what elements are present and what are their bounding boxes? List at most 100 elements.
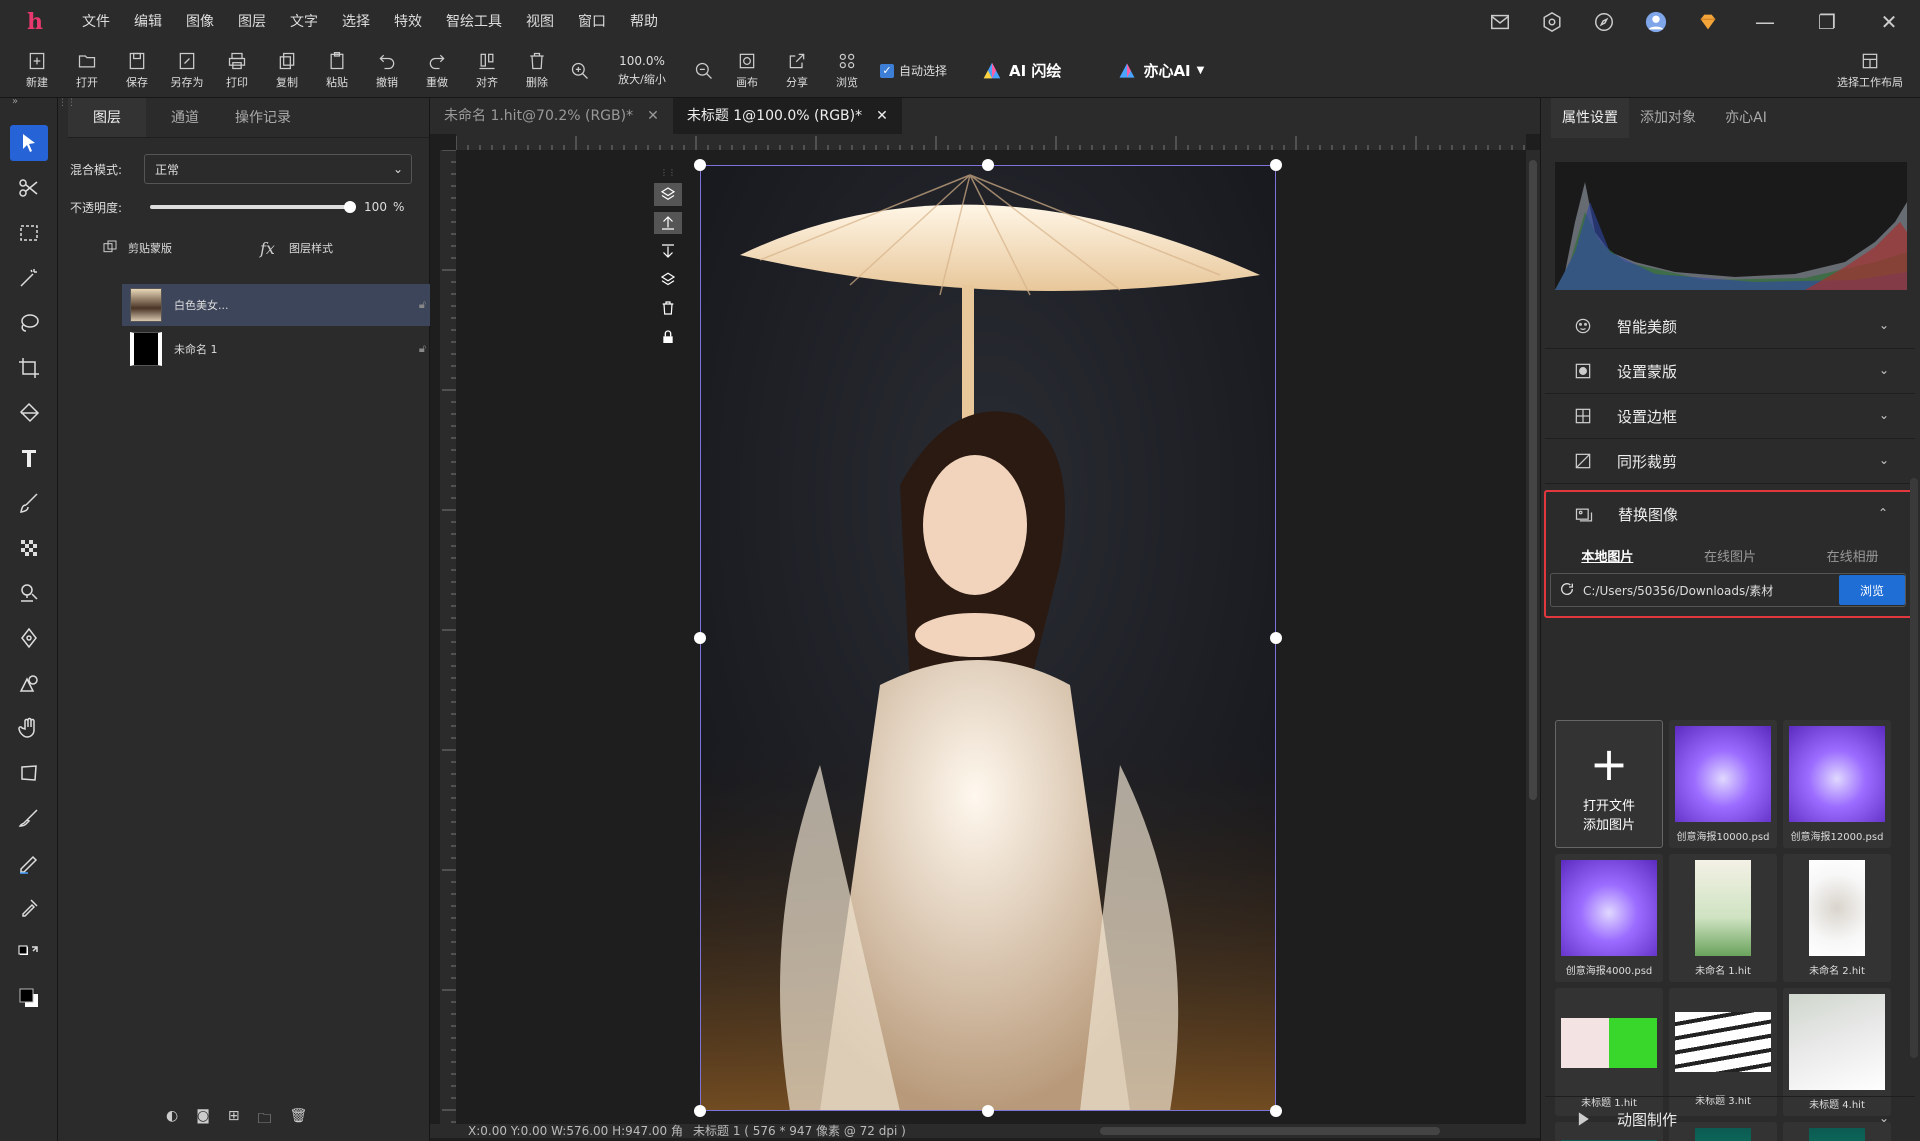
panel-scrollbar[interactable] [1910,478,1918,1058]
doc-tab-2[interactable]: 未标题 1@100.0% (RGB)* ✕ [672,98,902,134]
close-icon[interactable]: ✕ [876,98,888,134]
close-button[interactable]: ✕ [1858,0,1920,44]
menu-select[interactable]: 选择 [330,0,382,44]
menu-image[interactable]: 图像 [174,0,226,44]
section-animation[interactable]: 动图制作 ⌄ [1545,1096,1915,1141]
mail-icon[interactable] [1474,0,1526,44]
clone-stamp-tool[interactable] [0,570,58,615]
tab-channels[interactable]: 通道 [146,98,224,137]
trash-icon[interactable] [654,297,682,320]
layer-item-woman[interactable]: 白色美女... 🔓︎ 👁︎ [122,284,462,326]
marquee-tool[interactable] [0,210,58,255]
lock-icon[interactable] [654,326,682,349]
subtab-local[interactable]: 本地图片 [1546,546,1669,565]
ai-flash-button[interactable]: AI 闪绘 [981,60,1061,82]
blend-mode-select[interactable]: 正常 ⌄ [144,154,413,184]
menu-effects[interactable]: 特效 [382,0,434,44]
tab-properties[interactable]: 属性设置 [1551,98,1629,138]
vertical-scrollbar[interactable] [1526,150,1540,1130]
eyedropper-tool[interactable] [0,885,58,930]
browse-button[interactable]: 浏览 [822,44,872,98]
yixin-ai-button[interactable]: 亦心AI ▼ [1117,60,1204,81]
menu-layer[interactable]: 图层 [226,0,278,44]
close-icon[interactable]: ✕ [647,98,659,134]
new-button[interactable]: 新建 [12,44,62,98]
zoom-out-button[interactable] [686,44,722,98]
menu-file[interactable]: 文件 [70,0,122,44]
opacity-slider[interactable] [150,201,357,213]
lock-icon[interactable]: 🔓︎ [419,342,426,356]
menu-edit[interactable]: 编辑 [122,0,174,44]
eraser-brush-tool[interactable] [0,795,58,840]
brush-tool[interactable] [0,480,58,525]
open-button[interactable]: 打开 [62,44,112,98]
send-back-icon[interactable] [654,269,682,292]
image-tile[interactable]: 创意海报10000.psd [1669,720,1777,848]
magic-wand-tool[interactable] [0,255,58,300]
vip-gem-icon[interactable] [1682,0,1734,44]
zoom-value[interactable]: 100.0% [619,54,665,68]
print-button[interactable]: 打印 [212,44,262,98]
bring-forward-icon[interactable] [654,211,682,234]
section-shape-crop[interactable]: 同形裁剪 ⌄ [1545,439,1915,484]
scrollbar-thumb[interactable] [1529,160,1537,800]
tab-history[interactable]: 操作记录 [224,98,302,137]
hand-tool[interactable] [0,705,58,750]
fill-tool[interactable] [0,390,58,435]
redo-button[interactable]: 重做 [412,44,462,98]
menu-smart-tools[interactable]: 智绘工具 [434,0,514,44]
resize-handle[interactable] [694,159,706,171]
shape-tool[interactable] [0,660,58,705]
tab-add-object[interactable]: 添加对象 [1629,98,1707,138]
zoom-in-button[interactable] [562,44,598,98]
resize-handle[interactable] [1270,1105,1282,1117]
minimize-button[interactable]: — [1734,0,1796,44]
save-button[interactable]: 保存 [112,44,162,98]
clip-mask-label[interactable]: 剪贴蒙版 [128,240,172,256]
auto-select-toggle[interactable]: ✓ 自动选择 [880,62,947,79]
lock-icon[interactable]: 🔓︎ [419,298,426,312]
checkbox-checked-icon[interactable]: ✓ [880,63,894,78]
doc-tab-1[interactable]: 未命名 1.hit@70.2% (RGB)* ✕ [430,98,673,134]
panel-expand-icon[interactable]: » [0,97,57,107]
tab-yixin-ai[interactable]: 亦心AI [1707,98,1785,138]
section-border[interactable]: 设置边框 ⌄ [1545,394,1915,439]
mosaic-tool[interactable] [0,525,58,570]
mask-icon[interactable]: ◙ [196,1108,210,1132]
slider-knob[interactable] [344,201,357,213]
align-button[interactable]: 对齐 [462,44,512,98]
image-tile[interactable]: 未命名 2.hit [1783,854,1891,982]
section-mask[interactable]: 设置蒙版 ⌄ [1545,349,1915,394]
image-tile[interactable]: 创意海报12000.psd [1783,720,1891,848]
menu-text[interactable]: 文字 [278,0,330,44]
send-backward-icon[interactable] [654,240,682,263]
text-tool[interactable] [0,435,58,480]
crop-tool[interactable] [0,345,58,390]
compass-icon[interactable] [1578,0,1630,44]
swap-colors-tool[interactable] [0,930,58,975]
refresh-icon[interactable] [1559,581,1575,600]
image-tile[interactable]: 创意海报4000.psd [1555,854,1663,982]
canvas-image[interactable] [700,165,1276,1111]
resize-handle[interactable] [1270,632,1282,644]
resize-handle[interactable] [1270,159,1282,171]
copy-button[interactable]: 复制 [262,44,312,98]
zoom-control[interactable]: 100.0% 放大/缩小 [598,44,686,98]
delete-button[interactable]: 删除 [512,44,562,98]
image-tile[interactable]: 未命名 1.hit [1669,854,1777,982]
pencil-tool[interactable] [0,840,58,885]
new-layer-icon[interactable]: ⊞ [228,1108,240,1132]
opacity-value[interactable]: 100 [364,200,387,214]
delete-layer-icon[interactable]: 🗑︎ [290,1108,308,1132]
menu-window[interactable]: 窗口 [566,0,618,44]
tab-layers[interactable]: 图层 [68,98,146,137]
layer-style-label[interactable]: 图层样式 [289,240,333,256]
workspace-layout-button[interactable]: 选择工作布局 [1820,44,1920,98]
transform-tool[interactable] [0,750,58,795]
undo-button[interactable]: 撤销 [362,44,412,98]
folder-path[interactable]: C:/Users/50356/Downloads/素材 [1575,582,1839,599]
section-replace-image[interactable]: 替换图像 ⌃ [1546,492,1914,537]
share-button[interactable]: 分享 [772,44,822,98]
add-image-tile[interactable]: + 打开文件 添加图片 [1555,720,1663,848]
fx-icon[interactable]: fx [260,239,275,258]
